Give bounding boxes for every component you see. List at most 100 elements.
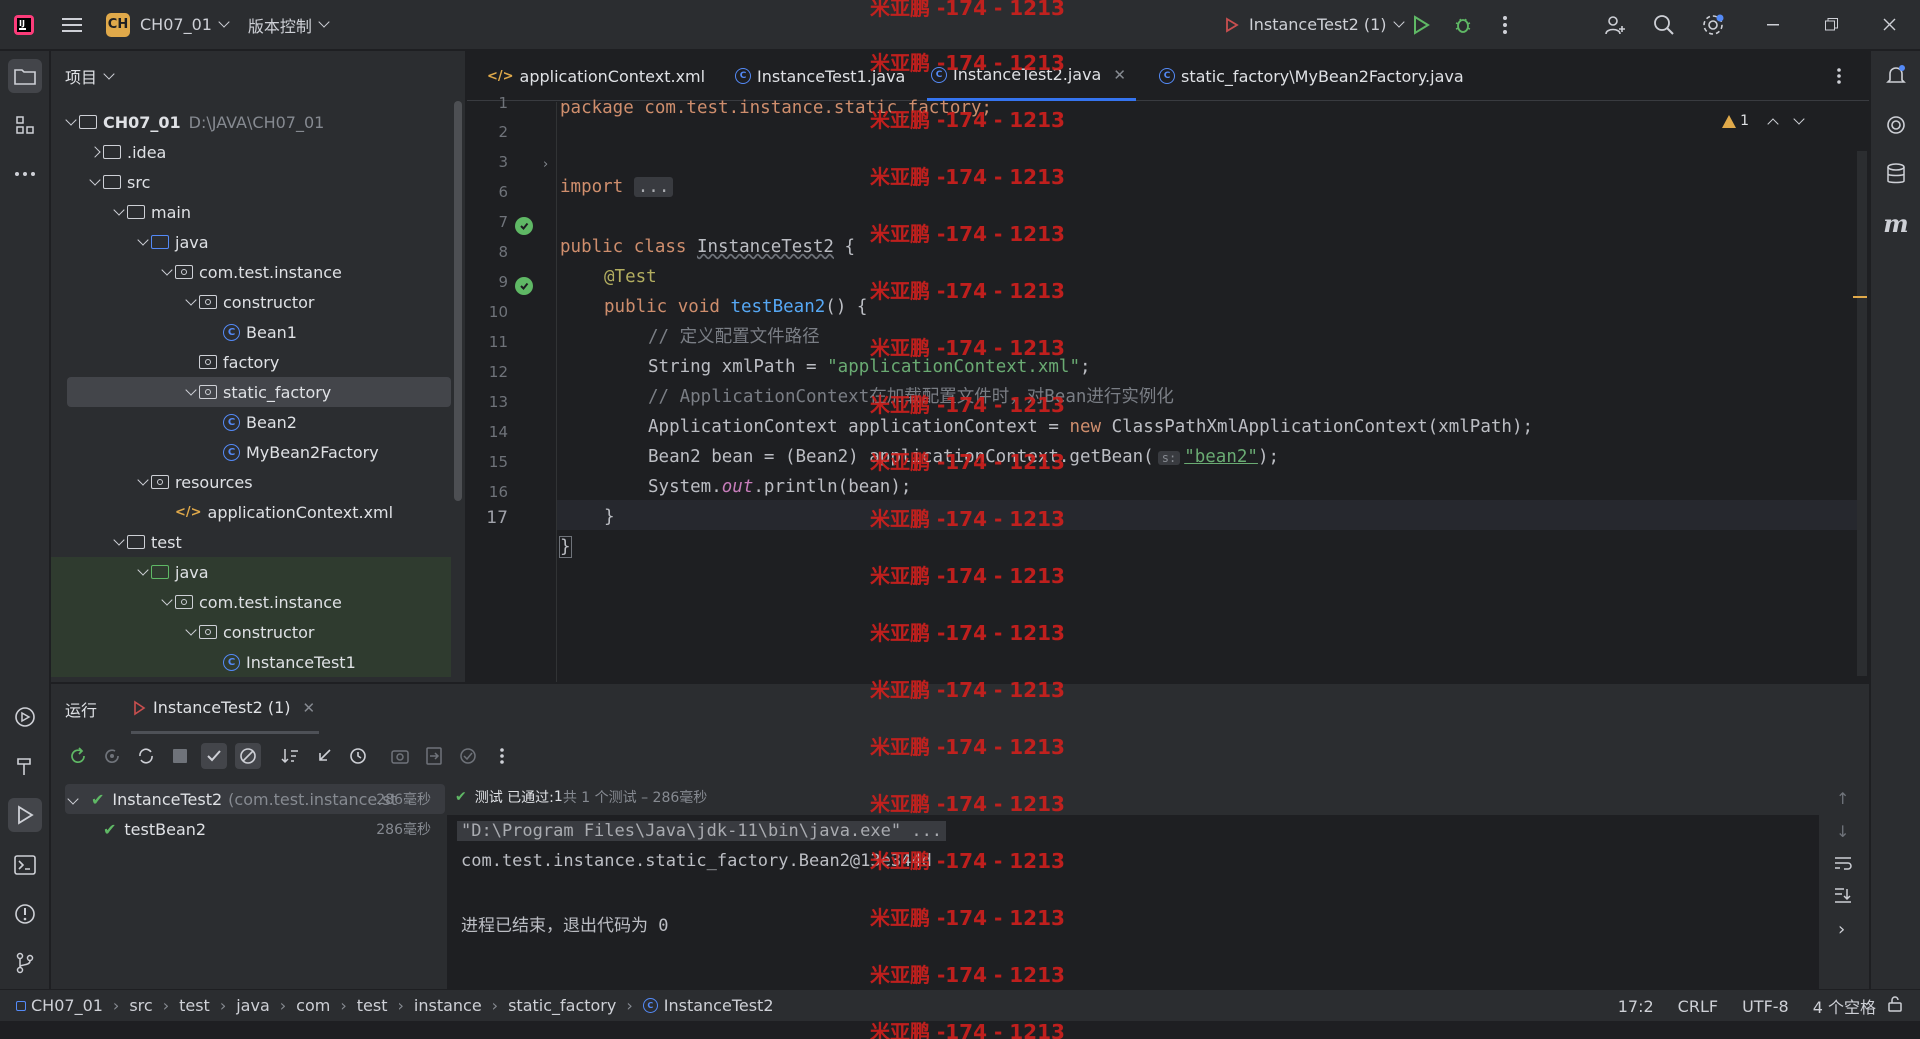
tree-item-class[interactable]: C Bean2 — [51, 407, 451, 437]
expand-icon[interactable]: › — [1838, 919, 1845, 940]
close-tab-icon[interactable]: ✕ — [303, 699, 316, 717]
run-tool-button[interactable] — [8, 798, 42, 832]
tree-item-class[interactable]: C Bean1 — [51, 317, 451, 347]
services-icon — [15, 707, 35, 727]
breadcrumb-item[interactable]: test — [179, 996, 210, 1015]
database-button[interactable] — [1879, 157, 1913, 191]
tree-item-main-java[interactable]: java — [51, 227, 451, 257]
history-icon[interactable] — [345, 743, 371, 769]
tree-item-src[interactable]: src — [51, 167, 451, 197]
code-with-me-button[interactable] — [1594, 0, 1636, 50]
ai-assistant-button[interactable] — [1879, 108, 1913, 142]
console-command-line[interactable]: "D:\Program Files\Java\jdk-11\bin\java.e… — [457, 821, 947, 841]
run-config-selector[interactable]: InstanceTest2 (1) — [1215, 0, 1411, 50]
minimize-button[interactable] — [1750, 0, 1796, 50]
more-actions-button[interactable] — [1484, 0, 1526, 50]
folded-imports[interactable]: ... — [633, 177, 674, 197]
close-tab-icon[interactable]: ✕ — [1113, 66, 1126, 84]
project-tool-button[interactable] — [8, 59, 42, 93]
scroll-up-icon[interactable]: ↑ — [1836, 789, 1849, 808]
tree-item-package[interactable]: constructor — [51, 617, 451, 647]
tab-my-bean2-factory[interactable]: C static_factory\MyBean2Factory.java — [1155, 51, 1464, 101]
tree-item-test[interactable]: test — [51, 527, 451, 557]
breadcrumb-item[interactable]: instance — [414, 996, 482, 1015]
breadcrumb-item[interactable]: static_factory — [508, 996, 616, 1015]
tree-item-module[interactable]: CH07_01 D:\JAVA\CH07_01 — [51, 107, 451, 137]
run-tab-instance-test2[interactable]: InstanceTest2 (1) ✕ — [131, 684, 320, 734]
tree-item-test-java[interactable]: java — [51, 557, 451, 587]
services-tool-button[interactable] — [8, 700, 42, 734]
scroll-down-icon[interactable]: ↓ — [1836, 822, 1849, 841]
unlock-icon[interactable] — [1888, 996, 1902, 1016]
tree-item-package[interactable]: com.test.instance — [51, 587, 451, 617]
restore-button[interactable] — [1808, 0, 1854, 50]
breadcrumb-item[interactable]: test — [357, 996, 388, 1015]
screenshot-icon[interactable] — [387, 743, 413, 769]
terminal-tool-button[interactable] — [8, 848, 42, 882]
tree-item-class[interactable]: C MyBean2Factory — [51, 437, 451, 467]
warning-stripe-marker[interactable] — [1853, 296, 1867, 298]
show-passed-icon[interactable] — [201, 743, 227, 769]
export-icon[interactable] — [421, 743, 447, 769]
file-encoding[interactable]: UTF-8 — [1742, 997, 1789, 1016]
run-test-method-gutter-icon[interactable] — [515, 277, 533, 295]
tree-item-package[interactable]: constructor — [51, 287, 451, 317]
import-tests-icon[interactable] — [311, 743, 337, 769]
problems-tool-button[interactable] — [8, 897, 42, 931]
tree-item-main[interactable]: main — [51, 197, 451, 227]
tree-item-package[interactable]: factory — [51, 347, 451, 377]
git-tool-button[interactable] — [8, 946, 42, 980]
test-tree-class-row[interactable]: ✔ InstanceTest2 (com.test.instance.st 28… — [65, 784, 445, 814]
scroll-to-end-icon[interactable] — [1834, 887, 1852, 907]
app-logo-icon[interactable]: IJ — [0, 0, 48, 50]
breadcrumb-item[interactable]: InstanceTest2 — [664, 996, 774, 1015]
toggle-auto-test-icon[interactable] — [133, 743, 159, 769]
tree-item-resources[interactable]: resources — [51, 467, 451, 497]
notifications-button[interactable] — [1879, 58, 1913, 92]
settings-button[interactable] — [1692, 0, 1734, 50]
more-tools-button[interactable] — [8, 157, 42, 191]
soft-wrap-icon[interactable] — [1834, 855, 1852, 874]
test-tree-method-row[interactable]: ✔ testBean2 286毫秒 — [65, 814, 445, 844]
coverage-icon[interactable] — [455, 743, 481, 769]
chevron-up-icon[interactable] — [1767, 117, 1779, 130]
run-button[interactable] — [1400, 0, 1442, 50]
rerun-failed-icon[interactable] — [99, 743, 125, 769]
tree-item-xml[interactable]: </> applicationContext.xml — [51, 497, 451, 527]
breadcrumb-item[interactable]: src — [129, 996, 152, 1015]
inspection-widget[interactable]: 1 — [1722, 112, 1805, 130]
caret-position[interactable]: 17:2 — [1618, 997, 1654, 1016]
indent-setting[interactable]: 4 个空格 — [1813, 994, 1876, 1018]
tree-item-package-selected[interactable]: static_factory — [67, 377, 451, 407]
tree-item-idea[interactable]: .idea — [51, 137, 451, 167]
run-test-class-gutter-icon[interactable] — [515, 217, 533, 235]
close-button[interactable] — [1866, 0, 1912, 50]
build-tool-button[interactable] — [8, 749, 42, 783]
tree-item-test-class[interactable]: C InstanceTest1 — [51, 647, 451, 677]
breadcrumb-item[interactable]: java — [236, 996, 270, 1015]
rerun-icon[interactable] — [65, 743, 91, 769]
breadcrumb-item[interactable]: CH07_01 — [31, 996, 103, 1015]
hamburger-menu-icon[interactable] — [48, 0, 96, 50]
watermark-text: 米亚鹏 -174 - 1213 — [870, 906, 1065, 930]
tree-item-package[interactable]: com.test.instance — [51, 257, 451, 287]
debug-button[interactable] — [1442, 0, 1484, 50]
tab-options-button[interactable] — [1837, 51, 1841, 101]
console[interactable]: ✔ 测试 已通过: 1 共 1 个测试 – 286毫秒 "D:\Program … — [447, 779, 1819, 990]
show-ignored-icon[interactable] — [235, 743, 261, 769]
line-ending[interactable]: CRLF — [1678, 997, 1718, 1016]
breadcrumb-item[interactable]: com — [296, 996, 330, 1015]
chevron-down-icon[interactable] — [1793, 112, 1805, 125]
more-icon[interactable] — [489, 743, 515, 769]
maven-button[interactable]: m — [1879, 206, 1913, 240]
project-selector[interactable]: CH CH07_01 — [96, 0, 236, 50]
project-scrollbar[interactable] — [454, 101, 462, 501]
stop-icon[interactable] — [167, 743, 193, 769]
structure-tool-button[interactable] — [8, 108, 42, 142]
editor-scrollbar[interactable] — [1857, 151, 1867, 676]
project-panel-header[interactable]: 项目 — [51, 51, 465, 101]
sort-icon[interactable] — [277, 743, 303, 769]
vcs-menu[interactable]: 版本控制 — [236, 0, 340, 50]
search-button[interactable] — [1643, 0, 1685, 50]
fold-arrow-icon[interactable]: › — [543, 157, 548, 172]
